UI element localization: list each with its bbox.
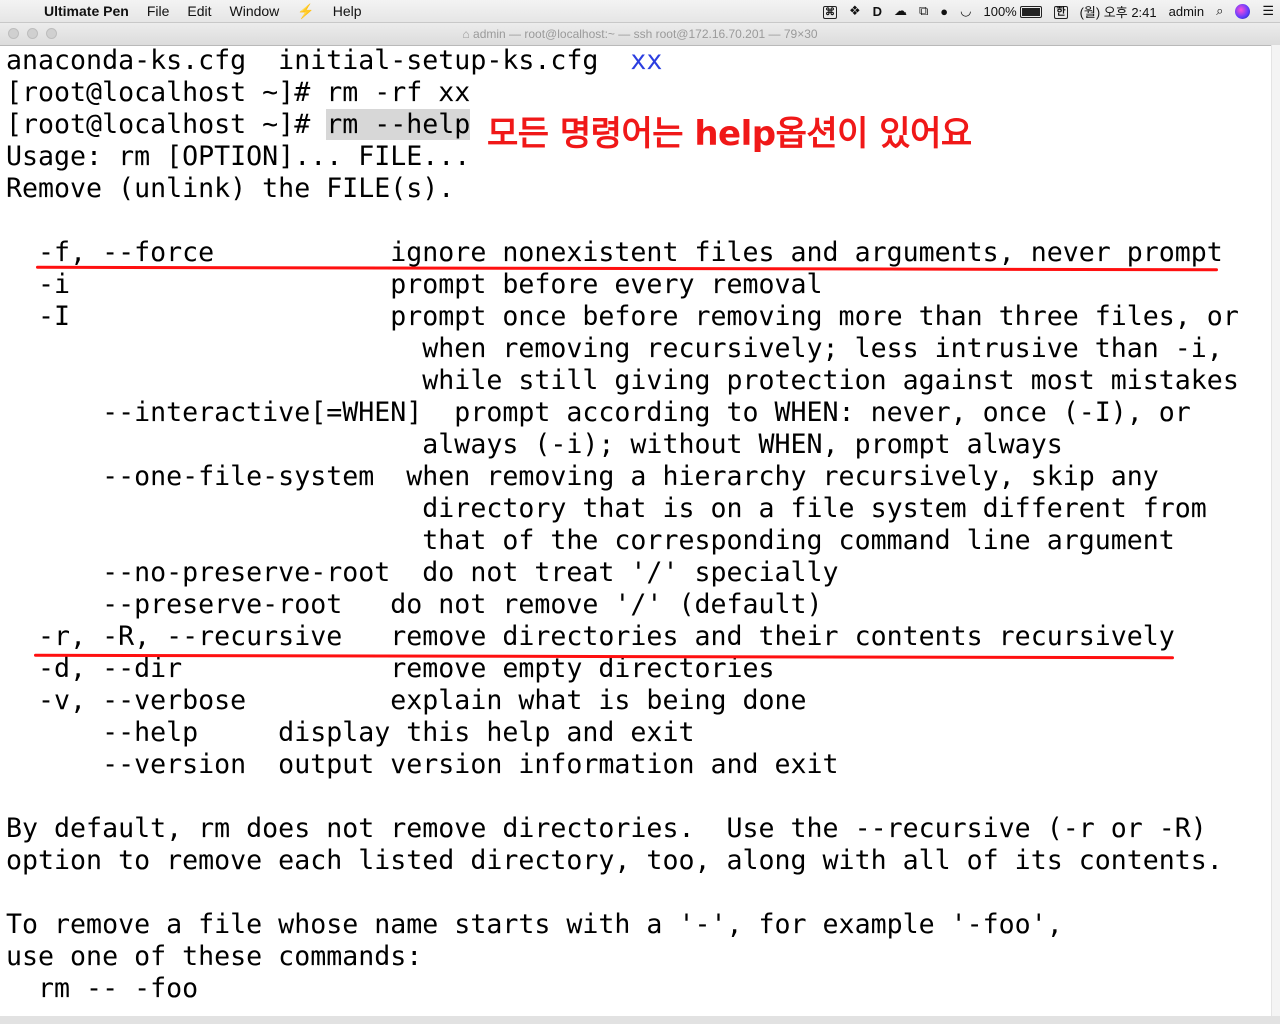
- spotlight-icon[interactable]: ⌕: [1210, 3, 1229, 19]
- input-method-icon[interactable]: 한: [1048, 3, 1073, 19]
- menu-window[interactable]: Window: [221, 3, 289, 19]
- terminal-line: [root@localhost ~]# rm -rf xx: [6, 77, 1272, 109]
- help-line: when removing recursively; less intrusiv…: [6, 333, 1223, 364]
- menu-bar: Ultimate Pen File Edit Window ⚡ Help ⌘ ❖…: [0, 0, 1280, 23]
- lightning-icon[interactable]: ⚡: [288, 3, 323, 20]
- help-line: --help display this help and exit: [6, 717, 695, 748]
- wifi-icon[interactable]: ◡: [954, 3, 977, 19]
- menu-edit[interactable]: Edit: [178, 3, 220, 19]
- help-line: -i prompt before every removal: [6, 269, 823, 300]
- battery-percent: 100%: [983, 3, 1017, 19]
- help-line: -I prompt once before removing more than…: [6, 301, 1239, 332]
- help-line: rm -- -foo: [6, 973, 199, 1004]
- notification-center-icon[interactable]: ☰: [1256, 3, 1280, 19]
- help-line: --preserve-root do not remove '/' (defau…: [6, 589, 823, 620]
- help-line: that of the corresponding command line a…: [6, 525, 1175, 556]
- menu-file[interactable]: File: [138, 3, 179, 19]
- user-menu[interactable]: admin: [1163, 4, 1210, 19]
- directory-name: xx: [630, 45, 663, 76]
- shell-prompt: [root@localhost ~]#: [6, 77, 327, 108]
- help-line: -v, --verbose explain what is being done: [6, 685, 807, 716]
- help-line: option to remove each listed directory, …: [6, 845, 1223, 876]
- input-method-label: 한: [1054, 6, 1068, 19]
- help-line: --no-preserve-root do not treat '/' spec…: [6, 557, 839, 588]
- battery-status[interactable]: 100%: [977, 4, 1048, 19]
- terminal-output[interactable]: anaconda-ks.cfg initial-setup-ks.cfg xx …: [6, 45, 1272, 1020]
- app-menu[interactable]: Ultimate Pen: [38, 3, 138, 19]
- command-text-selected: rm --help: [326, 109, 471, 140]
- help-line: To remove a file whose name starts with …: [6, 909, 1063, 940]
- dropbox-icon[interactable]: ❖: [843, 3, 867, 19]
- help-line: [6, 877, 1272, 909]
- status-area: ⌘ ❖ D ☁ ⧉ ● ◡ 100% 한 (월) 오후 2:41 admin ⌕…: [817, 0, 1280, 22]
- siri-icon[interactable]: [1229, 3, 1256, 20]
- window-titlebar: ⌂ admin — root@localhost:~ — ssh root@17…: [0, 23, 1280, 46]
- d-app-icon[interactable]: D: [867, 4, 888, 19]
- clock[interactable]: (월) 오후 2:41: [1074, 2, 1163, 21]
- help-line: [6, 205, 1272, 237]
- help-line: --interactive[=WHEN] prompt according to…: [6, 397, 1191, 428]
- menu-help[interactable]: Help: [324, 3, 371, 19]
- help-line: use one of these commands:: [6, 941, 423, 972]
- chat-icon[interactable]: ●: [934, 4, 954, 19]
- help-line: while still giving protection against mo…: [6, 365, 1239, 396]
- help-line: always (-i); without WHEN, prompt always: [6, 429, 1063, 460]
- scrollbar[interactable]: [1271, 45, 1280, 1020]
- bottom-edge: [0, 1016, 1280, 1024]
- window-title: ⌂ admin — root@localhost:~ — ssh root@17…: [0, 27, 1280, 41]
- keyboard-icon[interactable]: ⌘: [817, 3, 843, 19]
- help-line: Remove (unlink) the FILE(s).: [6, 173, 455, 204]
- help-line: [6, 781, 1272, 813]
- home-icon: ⌂: [462, 27, 470, 41]
- file-list: anaconda-ks.cfg initial-setup-ks.cfg: [6, 45, 631, 76]
- help-line: -f, --force ignore nonexistent files and…: [6, 237, 1223, 268]
- help-line: directory that is on a file system diffe…: [6, 493, 1207, 524]
- help-line: --one-file-system when removing a hierar…: [6, 461, 1159, 492]
- help-line: --version output version information and…: [6, 749, 839, 780]
- screenshot-icon[interactable]: ⧉: [913, 3, 934, 19]
- battery-icon: [1020, 6, 1043, 19]
- help-line: -r, -R, --recursive remove directories a…: [6, 621, 1175, 652]
- cloud-icon[interactable]: ☁: [888, 3, 913, 19]
- annotation-text: 모든 명령어는 help옵션이 있어요: [487, 114, 972, 154]
- terminal-line: anaconda-ks.cfg initial-setup-ks.cfg xx: [6, 45, 1272, 77]
- shell-prompt: [root@localhost ~]#: [6, 109, 327, 140]
- help-line: By default, rm does not remove directori…: [6, 813, 1207, 844]
- command-text: rm -rf xx: [326, 77, 471, 108]
- window-title-text: admin — root@localhost:~ — ssh root@172.…: [473, 27, 818, 41]
